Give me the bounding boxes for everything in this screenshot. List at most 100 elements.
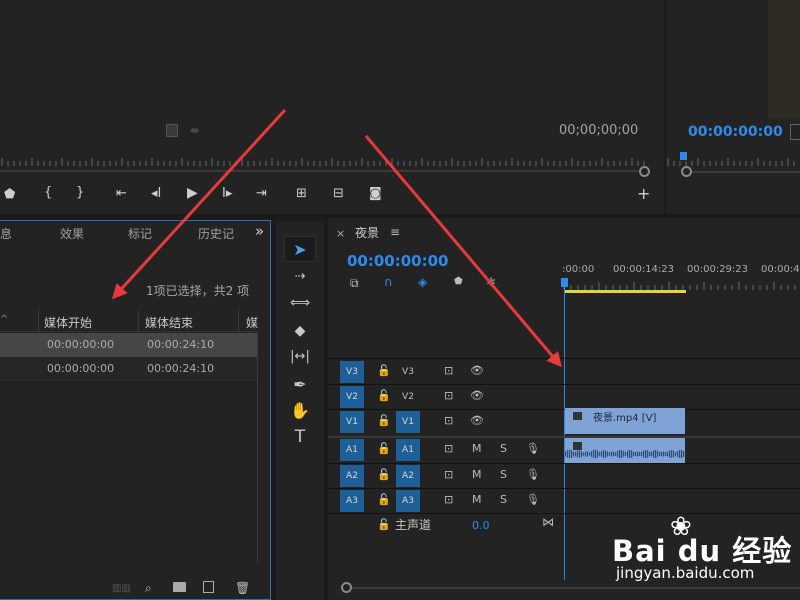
ripple-edit-tool-icon[interactable]: ⟺	[284, 290, 316, 316]
overwrite-icon[interactable]: ⊟	[333, 186, 344, 201]
track-select-tool-icon[interactable]: ⇢	[284, 264, 316, 290]
new-item-icon[interactable]	[203, 581, 214, 593]
work-area-bar[interactable]	[564, 290, 686, 293]
program-time-ruler[interactable]	[666, 152, 800, 166]
close-tab-icon[interactable]: ×	[336, 227, 345, 240]
more-tabs-icon[interactable]: »	[255, 222, 264, 240]
timeline-timecode[interactable]: 00:00:00:00	[347, 252, 449, 270]
source-patch-a2[interactable]: A2	[340, 465, 364, 487]
mic-icon[interactable]: 🎙	[526, 468, 540, 481]
film-icon[interactable]	[166, 124, 178, 137]
eye-icon[interactable]: 👁	[470, 364, 484, 377]
go-to-out-icon[interactable]: ⇥	[256, 186, 267, 201]
mute-button[interactable]: M	[472, 442, 482, 455]
mute-button[interactable]: M	[472, 468, 482, 481]
fit-dropdown[interactable]	[790, 124, 800, 140]
linked-selection-icon[interactable]: ◈	[418, 275, 427, 289]
sync-lock-icon[interactable]: ⊡	[444, 468, 453, 481]
play-icon[interactable]: ▶	[187, 185, 198, 201]
insert-icon[interactable]: ⊞	[296, 186, 307, 201]
lock-icon[interactable]: 🔓	[377, 389, 391, 402]
column-truncated[interactable]: 媒	[246, 314, 258, 331]
source-patch-v3[interactable]: V3	[340, 361, 364, 383]
tab-effects[interactable]: 效果	[60, 225, 84, 242]
sync-lock-icon[interactable]: ⊡	[444, 414, 453, 427]
project-scrollbar[interactable]	[257, 333, 258, 563]
add-button-icon[interactable]: +	[637, 184, 650, 203]
source-patch-a3[interactable]: A3	[340, 490, 364, 512]
table-row[interactable]: 00:00:00:00 00:00:24:10	[0, 333, 258, 357]
playhead-icon[interactable]	[561, 278, 568, 287]
video-clip[interactable]: 夜景.mp4 [V]	[565, 408, 685, 434]
track-target-a2[interactable]: A2	[396, 465, 420, 487]
source-zoom-scrollbar[interactable]	[0, 166, 650, 177]
zoom-to-sequence-icon[interactable]: ⋈	[542, 515, 554, 529]
tab-info[interactable]: 信息	[0, 225, 12, 242]
source-patch-v1[interactable]: V1	[340, 411, 364, 433]
source-time-ruler[interactable]	[0, 152, 648, 166]
snap-icon[interactable]: ∩	[384, 275, 393, 289]
sync-lock-icon[interactable]: ⊡	[444, 364, 453, 377]
nest-icon[interactable]: ⧉	[350, 276, 359, 291]
selection-tool-icon[interactable]: ➤	[284, 236, 316, 262]
new-bin-icon[interactable]	[173, 582, 186, 592]
source-patch-a1[interactable]: A1	[340, 439, 364, 461]
sequence-tab[interactable]: 夜景	[355, 224, 379, 241]
lock-icon[interactable]: 🔓	[377, 468, 391, 481]
track-target-a3[interactable]: A3	[396, 490, 420, 512]
sync-lock-icon[interactable]: ⊡	[444, 389, 453, 402]
solo-button[interactable]: S	[500, 493, 507, 506]
track-target-v2[interactable]: V2	[396, 386, 420, 408]
sync-lock-icon[interactable]: ⊡	[444, 442, 453, 455]
tab-markers[interactable]: 标记	[128, 225, 152, 242]
solo-button[interactable]: S	[500, 442, 507, 455]
lock-icon[interactable]: 🔓	[377, 493, 391, 506]
mark-out-icon[interactable]: }	[76, 185, 84, 200]
step-back-icon[interactable]: ◂I	[151, 186, 161, 201]
eye-icon[interactable]: 👁	[470, 414, 484, 427]
program-timecode[interactable]: 00:00:00:00	[688, 124, 783, 140]
mic-icon[interactable]: 🎙	[526, 442, 540, 455]
program-zoom-handle[interactable]	[681, 166, 692, 177]
lock-icon[interactable]: 🔓	[377, 518, 391, 531]
slip-tool-icon[interactable]: |↔|	[284, 344, 316, 370]
type-tool-icon[interactable]: T	[284, 424, 316, 450]
solo-button[interactable]: S	[500, 468, 507, 481]
source-patch-v2[interactable]: V2	[340, 386, 364, 408]
camera-icon[interactable]: ◙	[369, 186, 382, 201]
column-media-start[interactable]: 媒体开始	[44, 314, 92, 331]
razor-tool-icon[interactable]: ◆	[284, 318, 316, 344]
add-marker-icon[interactable]: ⬟	[454, 276, 463, 287]
source-zoom-handle[interactable]	[639, 166, 650, 177]
source-timecode[interactable]: 00;00;00;00	[559, 123, 638, 138]
track-target-a1[interactable]: A1	[396, 439, 420, 461]
pen-tool-icon[interactable]: ✒	[284, 372, 316, 398]
go-to-in-icon[interactable]: ⇤	[116, 186, 127, 201]
eye-icon[interactable]: 👁	[470, 389, 484, 402]
panel-menu-icon[interactable]: ≡	[390, 225, 400, 239]
drag-audio-icon[interactable]: ⇼	[190, 124, 199, 137]
track-target-v3[interactable]: V3	[396, 361, 420, 383]
column-media-end[interactable]: 媒体结束	[145, 314, 193, 331]
timeline-zoom-handle[interactable]	[341, 582, 352, 593]
table-row[interactable]: 00:00:00:00 00:00:24:10	[0, 357, 258, 381]
lock-icon[interactable]: 🔓	[377, 414, 391, 427]
track-target-v1[interactable]: V1	[396, 411, 420, 433]
timeline-ruler[interactable]	[562, 276, 800, 290]
add-marker-icon[interactable]: ⬟	[4, 187, 15, 202]
sort-caret-icon[interactable]: ^	[0, 314, 8, 325]
master-volume-value[interactable]: 0.0	[472, 519, 490, 532]
step-forward-icon[interactable]: I▸	[222, 186, 232, 201]
trash-icon[interactable]: 🗑	[235, 581, 250, 595]
mic-icon[interactable]: 🎙	[526, 493, 540, 506]
audio-clip[interactable]	[565, 438, 685, 463]
hand-tool-icon[interactable]: ✋	[284, 398, 316, 424]
settings-wrench-icon[interactable]: ✱	[486, 275, 496, 289]
timeline-scrollbar[interactable]	[346, 587, 800, 589]
mute-button[interactable]: M	[472, 493, 482, 506]
mark-in-icon[interactable]: {	[44, 185, 52, 200]
lock-icon[interactable]: 🔓	[377, 442, 391, 455]
lock-icon[interactable]: 🔓	[377, 364, 391, 377]
tab-history[interactable]: 历史记录	[198, 225, 234, 242]
automate-icon[interactable]: ▥▥	[112, 583, 131, 594]
